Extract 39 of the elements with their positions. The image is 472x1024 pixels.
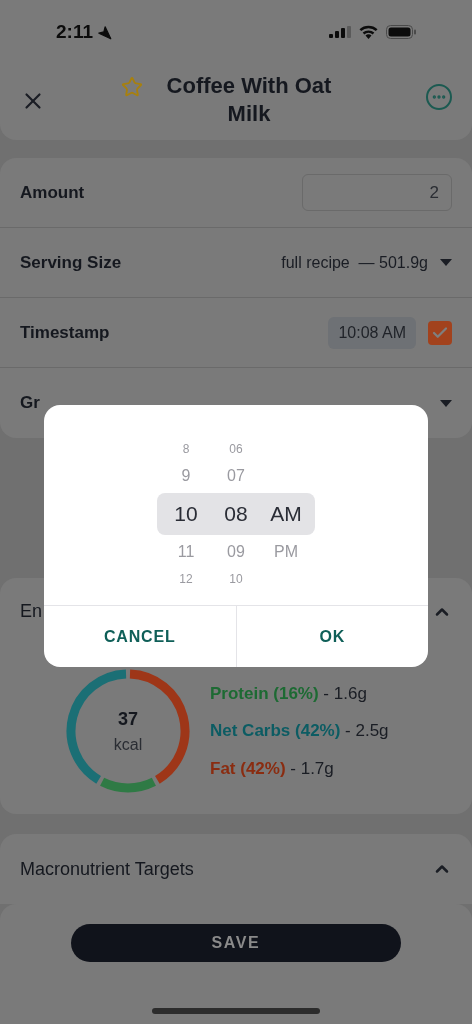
checkbox[interactable]: [428, 320, 452, 345]
wifi-icon: [359, 25, 378, 39]
food-title: Coffee With Oat Milk: [165, 72, 333, 128]
macro-legend-item: Fat (42%) - 1.7g: [210, 757, 335, 780]
picker-option[interactable]: 11: [177, 535, 195, 569]
picker-option[interactable]: 9: [181, 459, 191, 493]
location-arrow-icon: [97, 24, 112, 40]
signal-icon: [329, 26, 351, 38]
picker-option[interactable]: 12: [179, 569, 193, 589]
clock-time: 2:11: [56, 19, 93, 44]
picker-option[interactable]: 09: [227, 535, 245, 569]
picker-option[interactable]: 07: [227, 459, 245, 493]
amount-field[interactable]: 2: [302, 174, 452, 211]
time-field[interactable]: 10:08 AM: [328, 316, 416, 349]
dialog-button[interactable]: CANCEL: [44, 606, 236, 667]
macro-legend-item: Net Carbs (42%) - 2.5g: [210, 720, 389, 743]
field-label: Gr: [20, 392, 40, 415]
macro-legend-item: Protein (16%) - 1.6g: [210, 682, 368, 705]
dropdown-caret-icon: [440, 259, 452, 266]
picker-option[interactable]: AM: [270, 493, 302, 535]
picker-option[interactable]: 10: [229, 569, 243, 589]
save-button[interactable]: SAVE: [71, 924, 401, 962]
picker-option[interactable]: 8: [182, 439, 190, 459]
calorie-total: 37: [118, 707, 138, 731]
picker-option[interactable]: 10: [174, 493, 198, 535]
dialog-button[interactable]: OK: [235, 606, 428, 667]
picker-option[interactable]: PM: [274, 535, 298, 569]
serving-size-dropdown[interactable]: full recipe — 501.9g: [281, 250, 452, 275]
dropdown-caret-icon: [440, 399, 452, 407]
battery-icon: [386, 25, 416, 39]
field-label: Serving Size: [20, 251, 122, 274]
section-title: En: [20, 600, 43, 623]
section-title: Macronutrient Targets: [20, 857, 194, 881]
calorie-unit: kcal: [113, 734, 143, 755]
field-label: Amount: [20, 181, 85, 204]
picker-option[interactable]: 08: [224, 493, 248, 535]
field-label: Timestamp: [20, 321, 110, 344]
favorite-star-icon[interactable]: [121, 76, 143, 98]
picker-option[interactable]: 06: [229, 439, 243, 459]
